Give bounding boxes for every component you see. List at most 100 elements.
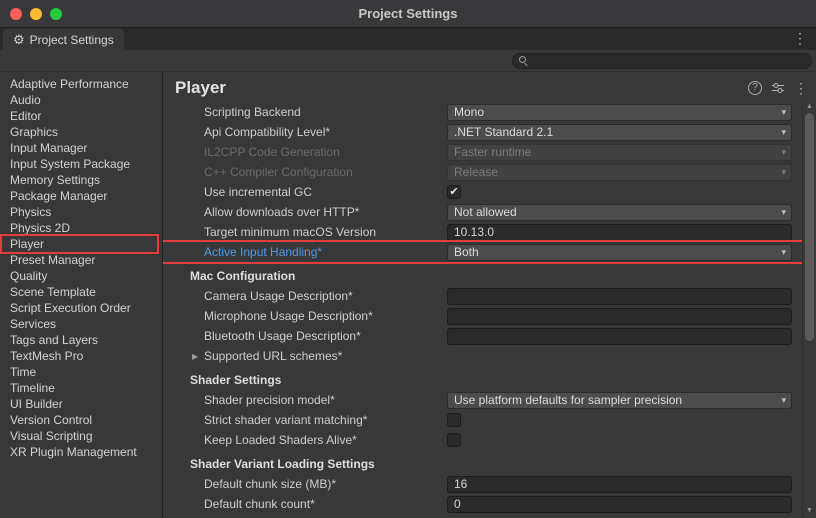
setting-dropdown[interactable]: Both▾ — [447, 244, 792, 261]
section-header-shader-settings: Shader Settings — [163, 370, 802, 390]
sidebar-item-physics-2d[interactable]: Physics 2D — [2, 220, 157, 236]
settings-row-keep-loaded-shaders-alive: Keep Loaded Shaders Alive* — [163, 430, 802, 450]
setting-dropdown[interactable]: Use platform defaults for sampler precis… — [447, 392, 792, 409]
sidebar-item-timeline[interactable]: Timeline — [2, 380, 157, 396]
tab-label: Project Settings — [30, 33, 114, 47]
sidebar-item-input-system-package[interactable]: Input System Package — [2, 156, 157, 172]
tab-strip-menu-icon[interactable]: ⋮ — [793, 31, 807, 45]
minimize-button[interactable] — [30, 8, 42, 20]
scrollbar-thumb[interactable] — [805, 113, 814, 341]
settings-row-use-incremental-gc: Use incremental GC✔ — [163, 182, 802, 202]
setting-label: Allow downloads over HTTP* — [204, 205, 447, 219]
dropdown-value: .NET Standard 2.1 — [454, 125, 777, 139]
settings-row-target-minimum-macos-version: Target minimum macOS Version — [163, 222, 802, 242]
setting-label: Bluetooth Usage Description* — [204, 329, 447, 343]
setting-label: Scripting Backend — [204, 105, 447, 119]
settings-row-bluetooth-usage-description: Bluetooth Usage Description* — [163, 326, 802, 346]
chevron-down-icon: ▾ — [781, 207, 786, 218]
setting-field[interactable] — [447, 496, 792, 513]
sidebar-item-services[interactable]: Services — [2, 316, 157, 332]
setting-field[interactable] — [447, 224, 792, 241]
setting-label: Supported URL schemes* — [204, 349, 435, 363]
search-input[interactable] — [534, 55, 805, 67]
sidebar-item-editor[interactable]: Editor — [2, 108, 157, 124]
tab-project-settings[interactable]: ⚙ Project Settings — [3, 29, 124, 50]
section-header-label: Mac Configuration — [190, 269, 295, 283]
sidebar-item-player[interactable]: Player — [2, 236, 157, 252]
sidebar-item-physics[interactable]: Physics — [2, 204, 157, 220]
sidebar-item-label: Services — [10, 317, 56, 331]
chevron-down-icon: ▾ — [781, 167, 786, 178]
sidebar-item-adaptive-performance[interactable]: Adaptive Performance — [2, 76, 157, 92]
settings-rows: Scripting Backend Mono ▾ Api Compatibility … — [163, 100, 802, 518]
sidebar-item-input-manager[interactable]: Input Manager — [2, 140, 157, 156]
sidebar-item-label: Physics 2D — [10, 221, 70, 235]
sidebar-item-label: Package Manager — [10, 189, 107, 203]
content-area: Adaptive PerformanceAudioEditorGraphicsI… — [0, 72, 816, 518]
sidebar-item-tags-and-layers[interactable]: Tags and Layers — [2, 332, 157, 348]
setting-field[interactable] — [447, 476, 792, 493]
sidebar-item-xr-plugin-management[interactable]: XR Plugin Management — [2, 444, 157, 460]
search-box[interactable] — [512, 53, 812, 69]
sidebar-item-memory-settings[interactable]: Memory Settings — [2, 172, 157, 188]
setting-dropdown[interactable]: Not allowed▾ — [447, 204, 792, 221]
sidebar-item-time[interactable]: Time — [2, 364, 157, 380]
sidebar-item-version-control[interactable]: Version Control — [2, 412, 157, 428]
settings-row-api-compatibility-level: Api Compatibility Level*.NET Standard 2.… — [163, 122, 802, 142]
sidebar-item-scene-template[interactable]: Scene Template — [2, 284, 157, 300]
setting-dropdown[interactable]: .NET Standard 2.1▾ — [447, 124, 792, 141]
help-icon[interactable]: ? — [748, 81, 762, 95]
setting-dropdown[interactable]: Mono ▾ — [447, 104, 792, 121]
settings-row-scripting-backend: Scripting Backend Mono ▾ — [163, 102, 802, 122]
setting-label: Strict shader variant matching* — [204, 413, 447, 427]
settings-row-microphone-usage-description: Microphone Usage Description* — [163, 306, 802, 326]
setting-label: Shader precision model* — [204, 393, 447, 407]
sidebar-item-label: Audio — [10, 93, 41, 107]
scroll-up-icon[interactable]: ▲ — [803, 103, 816, 110]
dropdown-value: Mono — [454, 105, 777, 119]
settings-row-camera-usage-description: Camera Usage Description* — [163, 286, 802, 306]
sidebar-item-quality[interactable]: Quality — [2, 268, 157, 284]
setting-label: Active Input Handling* — [204, 245, 447, 259]
sidebar-item-graphics[interactable]: Graphics — [2, 124, 157, 140]
sidebar-item-label: Tags and Layers — [10, 333, 98, 347]
setting-dropdown[interactable]: Faster runtime▾ — [447, 144, 792, 161]
close-button[interactable] — [10, 8, 22, 20]
main-menu-icon[interactable]: ⋮ — [794, 81, 808, 95]
titlebar: Project Settings — [0, 0, 816, 28]
sidebar-item-preset-manager[interactable]: Preset Manager — [2, 252, 157, 268]
setting-field[interactable] — [447, 328, 792, 345]
chevron-down-icon: ▾ — [781, 247, 786, 258]
sidebar-item-audio[interactable]: Audio — [2, 92, 157, 108]
page-title: Player — [175, 78, 739, 98]
setting-label: Api Compatibility Level* — [204, 125, 447, 139]
setting-checkbox[interactable] — [447, 413, 461, 427]
sidebar-item-label: Preset Manager — [10, 253, 95, 267]
sidebar-item-script-execution-order[interactable]: Script Execution Order — [2, 300, 157, 316]
scroll-down-icon[interactable]: ▼ — [803, 507, 816, 514]
sidebar-item-visual-scripting[interactable]: Visual Scripting — [2, 428, 157, 444]
sidebar-item-package-manager[interactable]: Package Manager — [2, 188, 157, 204]
setting-field[interactable] — [447, 308, 792, 325]
chevron-down-icon: ▾ — [781, 107, 786, 118]
sidebar-item-label: Quality — [10, 269, 47, 283]
sidebar-item-label: Timeline — [10, 381, 55, 395]
settings-row-il2cpp-code-generation: IL2CPP Code GenerationFaster runtime▾ — [163, 142, 802, 162]
zoom-button[interactable] — [50, 8, 62, 20]
setting-field[interactable] — [447, 288, 792, 305]
foldout-icon[interactable]: ▶ — [192, 352, 204, 361]
sidebar-item-ui-builder[interactable]: UI Builder — [2, 396, 157, 412]
sidebar-item-label: Adaptive Performance — [10, 77, 129, 91]
setting-dropdown[interactable]: Release▾ — [447, 164, 792, 181]
sidebar: Adaptive PerformanceAudioEditorGraphicsI… — [0, 72, 163, 518]
section-header-label: Shader Variant Loading Settings — [190, 457, 375, 471]
setting-checkbox[interactable]: ✔ — [447, 185, 461, 199]
tab-strip: ⚙ Project Settings ⋮ — [0, 28, 816, 50]
sidebar-item-textmesh-pro[interactable]: TextMesh Pro — [2, 348, 157, 364]
setting-label: Microphone Usage Description* — [204, 309, 447, 323]
settings-row-default-chunk-count: Default chunk count* — [163, 494, 802, 514]
search-toolbar — [0, 50, 816, 72]
setting-checkbox[interactable] — [447, 433, 461, 447]
preset-icon[interactable] — [771, 82, 785, 94]
vertical-scrollbar[interactable]: ▲ ▼ — [802, 100, 816, 518]
